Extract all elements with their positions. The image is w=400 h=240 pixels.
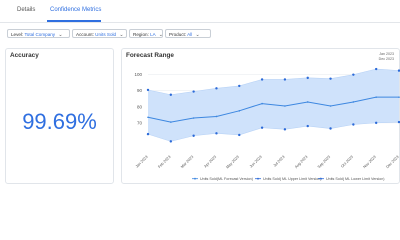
accuracy-card: Accuracy 99.69% (5, 48, 114, 184)
forecast-point (238, 110, 241, 112)
chevron-down-icon: ⌄ (158, 32, 163, 38)
x-tick-label: Feb 2023 (157, 155, 171, 169)
legend-marker (194, 177, 196, 180)
product-filter-value: All (187, 32, 193, 37)
lower-limit-point (192, 134, 195, 137)
chevron-down-icon: ⌄ (58, 32, 63, 38)
y-tick-label: 90 (137, 88, 143, 93)
product-filter-label: Product: (169, 32, 187, 37)
lower-limit-point (352, 123, 355, 126)
forecast-point (261, 102, 263, 105)
accuracy-card-title: Accuracy (10, 52, 39, 59)
upper-limit-point (215, 87, 218, 90)
lower-limit-point (283, 128, 287, 131)
chevron-down-icon: ⌄ (119, 32, 124, 38)
forecast-point (329, 105, 332, 107)
upper-limit-point (260, 78, 264, 81)
accuracy-value: 99.69% (22, 109, 97, 134)
lower-limit-point (238, 133, 241, 137)
lower-limit-point (306, 124, 309, 128)
x-tick-label: Jun 2023 (249, 155, 263, 169)
legend-label: Units Sold(ML Forecast Version) (200, 177, 253, 181)
x-tick-label: Oct 2023 (340, 155, 354, 169)
upper-limit-point (238, 84, 241, 88)
account-filter-label: Account: (76, 32, 94, 37)
active-tab-indicator (47, 20, 101, 22)
y-tick-label: 70 (137, 120, 143, 125)
level-filter-label: Level: (11, 32, 24, 37)
upper-limit-point (352, 73, 355, 76)
x-tick-label: Mar 2023 (180, 155, 194, 169)
upper-limit-point (146, 88, 150, 92)
lower-limit-point (169, 140, 173, 143)
forecast-range-card: Forecast Range Jan 2023 Dec 2023 70 80 90 1… (121, 48, 400, 184)
legend-marker (257, 177, 259, 180)
lower-limit-point (260, 126, 264, 129)
x-tick-label: Aug 2023 (294, 155, 308, 169)
forecast-point (192, 117, 195, 119)
x-tick-label: Jan 2023 (135, 155, 149, 169)
lower-limit-point (374, 121, 378, 125)
upper-limit-point (374, 67, 378, 71)
tab-details[interactable]: Details (17, 7, 35, 13)
x-tick-label: Sep 2023 (317, 155, 331, 169)
lower-limit-point (215, 132, 218, 135)
forecast-point (352, 101, 355, 103)
forecast-point (306, 101, 309, 103)
region-filter-value: LA (150, 32, 156, 37)
forecast-range-chart: 70 80 90 100 Jan 2023 Feb 2023 Mar 2023 Apr 202… (134, 67, 400, 181)
forecast-point (284, 105, 286, 107)
x-tick-label: Apr 2023 (203, 155, 217, 169)
upper-limit-point (283, 78, 287, 81)
y-tick-label: 100 (134, 72, 142, 77)
lower-limit-point (146, 132, 150, 136)
forecast-point (375, 96, 377, 98)
y-tick-label: 80 (137, 104, 143, 109)
upper-limit-point (329, 77, 332, 80)
x-tick-label: May 2023 (225, 155, 240, 170)
tab-confidence-metrics[interactable]: Confidence Metrics (50, 7, 101, 13)
forecast-point (170, 121, 172, 123)
chevron-down-icon: ⌄ (195, 32, 200, 38)
upper-limit-point (192, 90, 195, 93)
legend-label: Units Sold( ML Lower Limit Version) (326, 177, 384, 181)
forecast-point (147, 116, 149, 119)
region-filter-label: Region: (133, 32, 149, 37)
x-tick-label: Jul 2023 (273, 155, 286, 168)
x-tick-label: Nov 2023 (363, 155, 377, 169)
forecast-point (215, 115, 218, 118)
region-filter-dropdown[interactable]: Region: LA ⌄ (129, 29, 163, 38)
account-filter-dropdown[interactable]: Account: Units Sold ⌄ (72, 29, 127, 38)
account-filter-value: Units Sold (95, 32, 117, 37)
level-filter-dropdown[interactable]: Level: Total Company ⌄ (7, 29, 70, 38)
x-tick-label: Dec 2023 (385, 155, 399, 169)
lower-limit-point (329, 127, 332, 130)
product-filter-dropdown[interactable]: Product: All ⌄ (165, 29, 211, 38)
upper-limit-point (306, 76, 309, 80)
level-filter-value: Total Company (24, 32, 56, 37)
legend-marker (320, 177, 322, 180)
tab-bar: Details Confidence Metrics (0, 0, 400, 23)
upper-limit-point (169, 93, 173, 96)
legend-label: Units Sold( ML Upper Limit Version) (263, 177, 321, 181)
